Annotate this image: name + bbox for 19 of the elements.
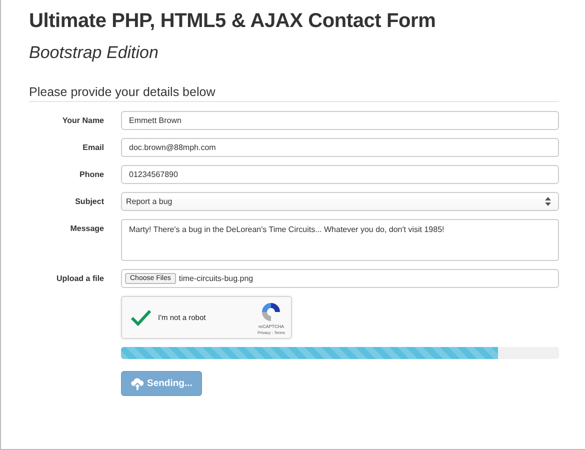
subject-dropdown[interactable]: Report a bug bbox=[121, 192, 559, 211]
page-subtitle: Bootstrap Edition bbox=[29, 43, 160, 63]
captcha-checkbox[interactable] bbox=[130, 308, 152, 326]
field-label: Upload a file bbox=[56, 274, 104, 283]
field-label: Email bbox=[82, 143, 104, 152]
message-field[interactable]: Marty! There's a bug in the DeLorean's Time Circuits... Whatever you do, don't visit 1985! bbox=[121, 219, 559, 261]
field-label: Phone bbox=[80, 170, 104, 179]
file-name: time-circuits-bug.png bbox=[178, 274, 254, 283]
page-title: Ultimate PHP, HTML5 & AJAX Contact Form bbox=[29, 10, 437, 33]
cloud-upload-icon bbox=[131, 378, 144, 390]
input-field[interactable]: Emmett Brown bbox=[121, 111, 559, 130]
field-label: Message bbox=[70, 224, 104, 233]
field-label: Subject bbox=[75, 197, 104, 206]
dropdown-arrows-icon bbox=[545, 197, 551, 206]
form-legend: Please provide your details below bbox=[29, 85, 216, 99]
input-field[interactable]: 01234567890 bbox=[121, 165, 559, 184]
input-field[interactable]: doc.brown@88mph.com bbox=[121, 138, 559, 157]
recaptcha-logo-icon bbox=[260, 300, 282, 322]
field-label: Your Name bbox=[62, 116, 104, 125]
